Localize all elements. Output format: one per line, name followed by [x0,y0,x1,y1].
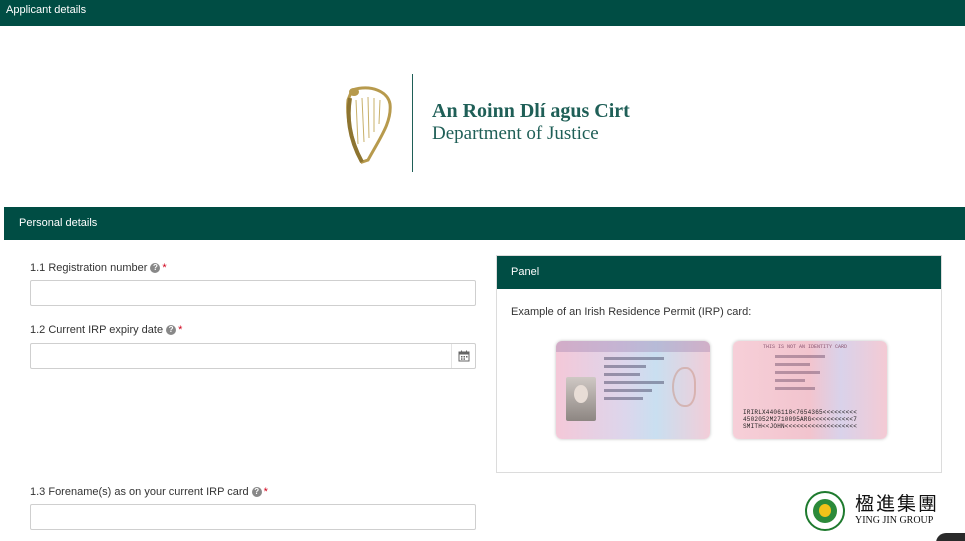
irp-expiry-date-input[interactable] [31,344,475,368]
watermark-chinese-name: 楹進集團 [855,493,940,515]
top-header-bar: Applicant details [0,0,965,26]
irp-card-front-image [556,341,710,439]
help-icon[interactable]: ? [251,487,262,498]
card-back-banner: THIS IS NOT AN IDENTITY CARD [763,344,848,350]
header-title: Applicant details [6,4,87,16]
ying-jin-logo-icon [805,491,845,531]
info-panel: Panel Example of an Irish Residence Perm… [496,255,942,473]
registration-number-input[interactable] [31,281,475,305]
irp-expiry-label-text: 1.2 Current IRP expiry date [30,324,164,336]
card-strip [556,341,710,352]
logo-divider [412,74,413,172]
panel-title: Panel [511,266,540,278]
registration-number-label-text: 1.1 Registration number [30,262,148,274]
card-text-lines [604,357,664,405]
card-harp-watermark [672,367,696,407]
mrz-line: IRIRLX4406118<7654365<<<<<<<<< [743,409,858,416]
harp-icon [346,86,392,164]
personal-details-section-header: Personal details [4,207,965,240]
forenames-label: 1.3 Forename(s) as on your current IRP c… [30,486,268,498]
forenames-field[interactable] [30,504,476,530]
irp-expiry-label: 1.2 Current IRP expiry date? * [30,324,182,336]
watermark-english-name: YING JIN GROUP [855,515,934,526]
department-name-english: Department of Justice [432,123,599,144]
department-logo: An Roinn Dlí agus Cirt Department of Jus… [340,72,660,174]
panel-header: Panel [497,256,941,289]
ying-jin-group-watermark: 楹進集團 YING JIN GROUP [805,489,965,533]
card-photo [566,377,596,421]
help-icon[interactable]: ? [166,325,177,336]
registration-number-label: 1.1 Registration number? * [30,262,167,274]
department-name-irish: An Roinn Dlí agus Cirt [432,100,630,122]
required-marker: * [178,324,183,336]
mrz-line: 4502052M2710095ARG<<<<<<<<<<<7 [743,416,858,423]
irp-expiry-date-field[interactable] [30,343,476,369]
forenames-label-text: 1.3 Forename(s) as on your current IRP c… [30,486,249,498]
required-marker: * [263,486,268,498]
required-marker: * [162,262,167,274]
forenames-input[interactable] [31,505,475,529]
calendar-icon [458,350,470,362]
calendar-button[interactable] [451,344,475,368]
card-back-text-lines [775,355,825,395]
mrz-line: SMITH<<JOHN<<<<<<<<<<<<<<<<<<< [743,423,858,430]
irp-card-back-image: THIS IS NOT AN IDENTITY CARD IRIRLX44061… [733,341,887,439]
section-title: Personal details [19,217,98,229]
card-mrz: IRIRLX4406118<7654365<<<<<<<<< 4502052M2… [743,409,857,430]
corner-widget [936,533,965,541]
registration-number-field[interactable] [30,280,476,306]
help-icon[interactable]: ? [150,263,161,274]
panel-description: Example of an Irish Residence Permit (IR… [511,306,752,318]
